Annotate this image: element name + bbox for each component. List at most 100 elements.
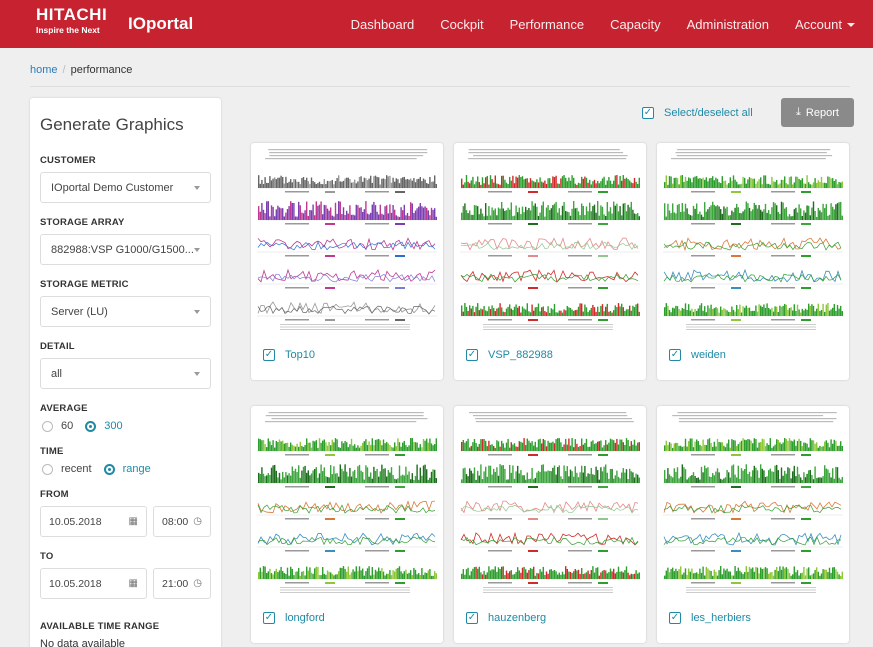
storage-array-label: STORAGE ARRAY [40, 217, 125, 228]
from-label: FROM [40, 489, 69, 500]
graphic-thumbnail[interactable] [255, 146, 439, 332]
from-time-input[interactable]: 08:00 ◷ [153, 506, 211, 537]
card-checkbox[interactable]: ✓ hauzenberg [466, 612, 546, 624]
divider [30, 86, 850, 87]
nav-account[interactable]: Account [795, 17, 855, 32]
card-label: longford [285, 612, 325, 624]
average-60-radio[interactable] [42, 420, 53, 432]
checkbox-checked-icon: ✓ [669, 349, 681, 361]
select-all-label: Select/deselect all [664, 107, 753, 119]
card-checkbox[interactable]: ✓ longford [263, 612, 325, 624]
detail-select[interactable]: all [40, 358, 211, 389]
dropdown-arrow-icon [194, 372, 200, 376]
average-60-label[interactable]: 60 [61, 420, 73, 432]
graphic-card: ✓ hauzenberg [454, 406, 646, 643]
graphic-thumbnail[interactable] [255, 409, 439, 595]
breadcrumb-separator: / [62, 64, 66, 76]
checkbox-checked-icon: ✓ [669, 612, 681, 624]
customer-label: CUSTOMER [40, 155, 96, 166]
hitachi-logo[interactable]: HITACHI Inspire the Next [36, 6, 116, 40]
from-date-input[interactable]: 10.05.2018 ▦ [40, 506, 147, 537]
checkbox-checked-icon: ✓ [263, 349, 275, 361]
breadcrumb: home / performance [30, 64, 132, 76]
average-label: AVERAGE [40, 403, 88, 414]
to-datetime: 10.05.2018 ▦ 21:00 ◷ [40, 568, 211, 599]
card-checkbox[interactable]: ✓ les_herbiers [669, 612, 751, 624]
to-time-value: 21:00 [162, 577, 189, 590]
card-checkbox[interactable]: ✓ VSP_882988 [466, 349, 553, 361]
checkbox-checked-icon: ✓ [263, 612, 275, 624]
time-recent-label[interactable]: recent [61, 463, 92, 475]
clock-icon: ◷ [193, 516, 202, 527]
to-date-value: 10.05.2018 [49, 577, 102, 590]
calendar-icon: ▦ [128, 516, 138, 527]
download-icon: ⤓ [796, 106, 801, 118]
time-radio-group: recent range [42, 463, 211, 475]
card-label: hauzenberg [488, 612, 547, 624]
caret-down-icon [847, 23, 855, 28]
nav-capacity[interactable]: Capacity [610, 17, 661, 32]
graphic-card: ✓ Top10 [251, 143, 443, 380]
from-date-value: 10.05.2018 [49, 515, 102, 528]
breadcrumb-home[interactable]: home [30, 64, 58, 76]
graphic-thumbnail[interactable] [661, 409, 845, 595]
graphic-card: ✓ VSP_882988 [454, 143, 646, 380]
logo-wordmark: HITACHI [36, 5, 108, 24]
report-button[interactable]: ⤓ Report [781, 98, 854, 127]
customer-select[interactable]: IOportal Demo Customer [40, 172, 211, 203]
graphic-thumbnail[interactable] [458, 146, 642, 332]
generate-graphics-panel: Generate Graphics CUSTOMER IOportal Demo… [30, 98, 221, 647]
nav-account-label: Account [795, 16, 842, 32]
average-radio-group: 60 300 [42, 420, 211, 432]
main-nav: Dashboard Cockpit Performance Capacity A… [351, 0, 855, 48]
detail-value: all [51, 367, 63, 380]
time-recent-radio[interactable] [42, 463, 53, 475]
dropdown-arrow-icon [194, 310, 200, 314]
card-label: VSP_882988 [488, 349, 553, 361]
storage-metric-value: Server (LU) [51, 305, 108, 318]
to-time-input[interactable]: 21:00 ◷ [153, 568, 211, 599]
card-label: les_herbiers [691, 612, 751, 624]
dropdown-arrow-icon [194, 186, 200, 190]
select-all-toggle[interactable]: ✓ Select/deselect all [642, 107, 753, 119]
customer-value: IOportal Demo Customer [51, 181, 174, 194]
card-checkbox[interactable]: ✓ Top10 [263, 349, 315, 361]
storage-metric-select[interactable]: Server (LU) [40, 296, 211, 327]
average-300-radio[interactable] [85, 420, 97, 432]
average-300-label[interactable]: 300 [104, 420, 122, 432]
storage-array-value: 882988:VSP G1000/G1500... [51, 243, 194, 256]
to-date-input[interactable]: 10.05.2018 ▦ [40, 568, 147, 599]
checkbox-checked-icon: ✓ [642, 107, 654, 119]
graphic-thumbnail[interactable] [661, 146, 845, 332]
card-checkbox[interactable]: ✓ weiden [669, 349, 726, 361]
available-range-value: No data available [40, 638, 126, 647]
nav-dashboard[interactable]: Dashboard [351, 17, 415, 32]
time-label: TIME [40, 446, 64, 457]
nav-performance[interactable]: Performance [510, 17, 584, 32]
checkbox-checked-icon: ✓ [466, 349, 478, 361]
storage-metric-label: STORAGE METRIC [40, 279, 129, 290]
storage-array-select[interactable]: 882988:VSP G1000/G1500... [40, 234, 211, 265]
graphic-card: ✓ longford [251, 406, 443, 643]
panel-title: Generate Graphics [40, 115, 184, 134]
time-range-radio[interactable] [103, 463, 115, 475]
app-brand[interactable]: IOportal [128, 14, 193, 34]
top-navbar: HITACHI Inspire the Next IOportal Dashbo… [0, 0, 873, 48]
from-time-value: 08:00 [162, 515, 189, 528]
time-range-label[interactable]: range [123, 463, 151, 475]
clock-icon: ◷ [193, 578, 202, 589]
card-label: weiden [691, 349, 726, 361]
calendar-icon: ▦ [128, 578, 138, 589]
graphic-thumbnail[interactable] [458, 409, 642, 595]
graphic-card: ✓ weiden [657, 143, 849, 380]
nav-cockpit[interactable]: Cockpit [440, 17, 483, 32]
graphic-card: ✓ les_herbiers [657, 406, 849, 643]
breadcrumb-current: performance [70, 64, 133, 76]
to-label: TO [40, 551, 54, 562]
checkbox-checked-icon: ✓ [466, 612, 478, 624]
report-label: Report [805, 106, 839, 119]
nav-administration[interactable]: Administration [687, 17, 769, 32]
from-datetime: 10.05.2018 ▦ 08:00 ◷ [40, 506, 211, 537]
logo-tagline: Inspire the Next [36, 25, 100, 35]
available-range-label: AVAILABLE TIME RANGE [40, 621, 160, 632]
